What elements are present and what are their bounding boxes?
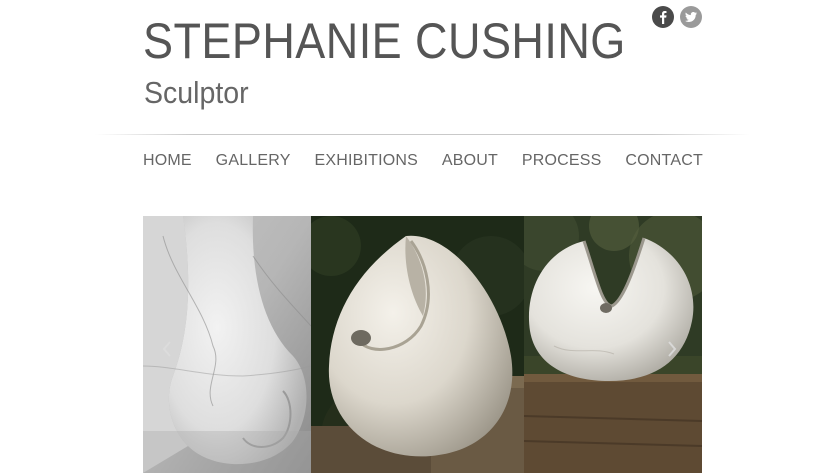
image-slider[interactable] <box>143 216 702 473</box>
nav-item-home[interactable]: HOME <box>143 150 192 172</box>
nav-item-gallery[interactable]: GALLERY <box>216 150 291 172</box>
facebook-icon <box>660 11 667 24</box>
nav-item-exhibitions[interactable]: EXHIBITIONS <box>314 150 418 172</box>
twitter-button[interactable] <box>680 6 702 28</box>
social-links <box>652 6 702 28</box>
nav-item-contact[interactable]: CONTACT <box>625 150 703 172</box>
site-subtitle: Sculptor <box>144 75 249 110</box>
twitter-icon <box>685 12 697 22</box>
chevron-left-icon[interactable] <box>160 339 174 359</box>
main-nav: HOME GALLERY EXHIBITIONS ABOUT PROCESS C… <box>143 150 703 172</box>
site-title[interactable]: STEPHANIE CUSHING <box>143 12 626 70</box>
facebook-button[interactable] <box>652 6 674 28</box>
page: STEPHANIE CUSHING Sculptor HOME GALLERY … <box>0 0 840 473</box>
nav-item-process[interactable]: PROCESS <box>522 150 602 172</box>
header-divider <box>95 134 750 135</box>
slide-image-sculpture-a <box>311 216 524 473</box>
chevron-right-icon[interactable] <box>665 339 679 359</box>
nav-item-about[interactable]: ABOUT <box>442 150 498 172</box>
